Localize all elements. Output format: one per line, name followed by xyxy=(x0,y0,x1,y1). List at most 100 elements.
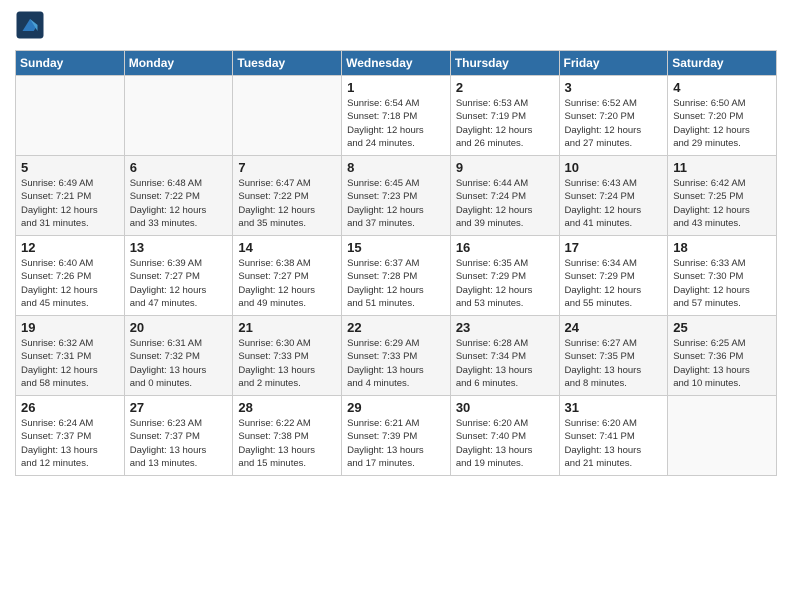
day-number: 8 xyxy=(347,160,445,175)
logo-icon xyxy=(15,10,45,40)
cell-info: Sunrise: 6:29 AM Sunset: 7:33 PM Dayligh… xyxy=(347,337,445,390)
cell-info: Sunrise: 6:20 AM Sunset: 7:40 PM Dayligh… xyxy=(456,417,554,470)
cell-info: Sunrise: 6:33 AM Sunset: 7:30 PM Dayligh… xyxy=(673,257,771,310)
cell-info: Sunrise: 6:23 AM Sunset: 7:37 PM Dayligh… xyxy=(130,417,228,470)
day-number: 9 xyxy=(456,160,554,175)
calendar-cell xyxy=(233,76,342,156)
calendar-cell: 23 Sunrise: 6:28 AM Sunset: 7:34 PM Dayli… xyxy=(450,316,559,396)
cell-info: Sunrise: 6:37 AM Sunset: 7:28 PM Dayligh… xyxy=(347,257,445,310)
calendar-cell: 29 Sunrise: 6:21 AM Sunset: 7:39 PM Dayli… xyxy=(342,396,451,476)
calendar-cell: 5 Sunrise: 6:49 AM Sunset: 7:21 PM Daylig… xyxy=(16,156,125,236)
cell-info: Sunrise: 6:48 AM Sunset: 7:22 PM Dayligh… xyxy=(130,177,228,230)
day-header-sunday: Sunday xyxy=(16,51,125,76)
calendar-cell: 3 Sunrise: 6:52 AM Sunset: 7:20 PM Daylig… xyxy=(559,76,668,156)
day-number: 1 xyxy=(347,80,445,95)
day-header-monday: Monday xyxy=(124,51,233,76)
cell-info: Sunrise: 6:49 AM Sunset: 7:21 PM Dayligh… xyxy=(21,177,119,230)
calendar-cell: 20 Sunrise: 6:31 AM Sunset: 7:32 PM Dayli… xyxy=(124,316,233,396)
cell-info: Sunrise: 6:31 AM Sunset: 7:32 PM Dayligh… xyxy=(130,337,228,390)
calendar-cell: 10 Sunrise: 6:43 AM Sunset: 7:24 PM Dayli… xyxy=(559,156,668,236)
cell-info: Sunrise: 6:43 AM Sunset: 7:24 PM Dayligh… xyxy=(565,177,663,230)
calendar-table: SundayMondayTuesdayWednesdayThursdayFrid… xyxy=(15,50,777,476)
day-number: 6 xyxy=(130,160,228,175)
day-number: 16 xyxy=(456,240,554,255)
logo xyxy=(15,10,49,40)
day-number: 7 xyxy=(238,160,336,175)
day-number: 22 xyxy=(347,320,445,335)
calendar-cell: 14 Sunrise: 6:38 AM Sunset: 7:27 PM Dayli… xyxy=(233,236,342,316)
cell-info: Sunrise: 6:21 AM Sunset: 7:39 PM Dayligh… xyxy=(347,417,445,470)
day-number: 31 xyxy=(565,400,663,415)
day-number: 18 xyxy=(673,240,771,255)
calendar-header-row: SundayMondayTuesdayWednesdayThursdayFrid… xyxy=(16,51,777,76)
day-number: 3 xyxy=(565,80,663,95)
cell-info: Sunrise: 6:38 AM Sunset: 7:27 PM Dayligh… xyxy=(238,257,336,310)
cell-info: Sunrise: 6:25 AM Sunset: 7:36 PM Dayligh… xyxy=(673,337,771,390)
calendar-cell: 15 Sunrise: 6:37 AM Sunset: 7:28 PM Dayli… xyxy=(342,236,451,316)
day-header-wednesday: Wednesday xyxy=(342,51,451,76)
cell-info: Sunrise: 6:27 AM Sunset: 7:35 PM Dayligh… xyxy=(565,337,663,390)
cell-info: Sunrise: 6:47 AM Sunset: 7:22 PM Dayligh… xyxy=(238,177,336,230)
cell-info: Sunrise: 6:53 AM Sunset: 7:19 PM Dayligh… xyxy=(456,97,554,150)
day-number: 4 xyxy=(673,80,771,95)
day-number: 2 xyxy=(456,80,554,95)
calendar-cell: 8Sunrise: 6:45 AM Sunset: 7:23 PM Daylig… xyxy=(342,156,451,236)
day-number: 5 xyxy=(21,160,119,175)
calendar-cell: 9Sunrise: 6:44 AM Sunset: 7:24 PM Daylig… xyxy=(450,156,559,236)
calendar-week-row: 19 Sunrise: 6:32 AM Sunset: 7:31 PM Dayli… xyxy=(16,316,777,396)
day-number: 17 xyxy=(565,240,663,255)
day-number: 13 xyxy=(130,240,228,255)
day-number: 21 xyxy=(238,320,336,335)
day-number: 20 xyxy=(130,320,228,335)
calendar-cell: 12Sunrise: 6:40 AM Sunset: 7:26 PM Dayli… xyxy=(16,236,125,316)
cell-info: Sunrise: 6:52 AM Sunset: 7:20 PM Dayligh… xyxy=(565,97,663,150)
day-number: 19 xyxy=(21,320,119,335)
calendar-cell: 30 Sunrise: 6:20 AM Sunset: 7:40 PM Dayli… xyxy=(450,396,559,476)
day-number: 15 xyxy=(347,240,445,255)
calendar-cell: 31Sunrise: 6:20 AM Sunset: 7:41 PM Dayli… xyxy=(559,396,668,476)
cell-info: Sunrise: 6:35 AM Sunset: 7:29 PM Dayligh… xyxy=(456,257,554,310)
day-number: 29 xyxy=(347,400,445,415)
calendar-cell: 17 Sunrise: 6:34 AM Sunset: 7:29 PM Dayli… xyxy=(559,236,668,316)
calendar-cell: 22 Sunrise: 6:29 AM Sunset: 7:33 PM Dayli… xyxy=(342,316,451,396)
cell-info: Sunrise: 6:42 AM Sunset: 7:25 PM Dayligh… xyxy=(673,177,771,230)
page-container: SundayMondayTuesdayWednesdayThursdayFrid… xyxy=(0,0,792,486)
day-number: 28 xyxy=(238,400,336,415)
cell-info: Sunrise: 6:54 AM Sunset: 7:18 PM Dayligh… xyxy=(347,97,445,150)
cell-info: Sunrise: 6:50 AM Sunset: 7:20 PM Dayligh… xyxy=(673,97,771,150)
day-header-tuesday: Tuesday xyxy=(233,51,342,76)
calendar-cell: 19 Sunrise: 6:32 AM Sunset: 7:31 PM Dayli… xyxy=(16,316,125,396)
day-number: 26 xyxy=(21,400,119,415)
cell-info: Sunrise: 6:30 AM Sunset: 7:33 PM Dayligh… xyxy=(238,337,336,390)
calendar-cell: 1 Sunrise: 6:54 AM Sunset: 7:18 PM Daylig… xyxy=(342,76,451,156)
calendar-week-row: 12Sunrise: 6:40 AM Sunset: 7:26 PM Dayli… xyxy=(16,236,777,316)
day-number: 14 xyxy=(238,240,336,255)
cell-info: Sunrise: 6:34 AM Sunset: 7:29 PM Dayligh… xyxy=(565,257,663,310)
calendar-cell: 11 Sunrise: 6:42 AM Sunset: 7:25 PM Dayli… xyxy=(668,156,777,236)
cell-info: Sunrise: 6:40 AM Sunset: 7:26 PM Dayligh… xyxy=(21,257,119,310)
day-number: 23 xyxy=(456,320,554,335)
day-header-friday: Friday xyxy=(559,51,668,76)
calendar-cell: 24 Sunrise: 6:27 AM Sunset: 7:35 PM Dayli… xyxy=(559,316,668,396)
calendar-cell: 28Sunrise: 6:22 AM Sunset: 7:38 PM Dayli… xyxy=(233,396,342,476)
day-number: 25 xyxy=(673,320,771,335)
calendar-week-row: 1 Sunrise: 6:54 AM Sunset: 7:18 PM Daylig… xyxy=(16,76,777,156)
calendar-cell xyxy=(668,396,777,476)
day-number: 24 xyxy=(565,320,663,335)
day-number: 27 xyxy=(130,400,228,415)
cell-info: Sunrise: 6:24 AM Sunset: 7:37 PM Dayligh… xyxy=(21,417,119,470)
day-number: 11 xyxy=(673,160,771,175)
day-header-thursday: Thursday xyxy=(450,51,559,76)
calendar-cell xyxy=(124,76,233,156)
day-number: 10 xyxy=(565,160,663,175)
cell-info: Sunrise: 6:32 AM Sunset: 7:31 PM Dayligh… xyxy=(21,337,119,390)
calendar-week-row: 5 Sunrise: 6:49 AM Sunset: 7:21 PM Daylig… xyxy=(16,156,777,236)
calendar-cell: 21 Sunrise: 6:30 AM Sunset: 7:33 PM Dayli… xyxy=(233,316,342,396)
calendar-cell xyxy=(16,76,125,156)
cell-info: Sunrise: 6:28 AM Sunset: 7:34 PM Dayligh… xyxy=(456,337,554,390)
cell-info: Sunrise: 6:39 AM Sunset: 7:27 PM Dayligh… xyxy=(130,257,228,310)
calendar-cell: 4 Sunrise: 6:50 AM Sunset: 7:20 PM Daylig… xyxy=(668,76,777,156)
calendar-cell: 2 Sunrise: 6:53 AM Sunset: 7:19 PM Daylig… xyxy=(450,76,559,156)
day-number: 30 xyxy=(456,400,554,415)
calendar-cell: 27 Sunrise: 6:23 AM Sunset: 7:37 PM Dayli… xyxy=(124,396,233,476)
